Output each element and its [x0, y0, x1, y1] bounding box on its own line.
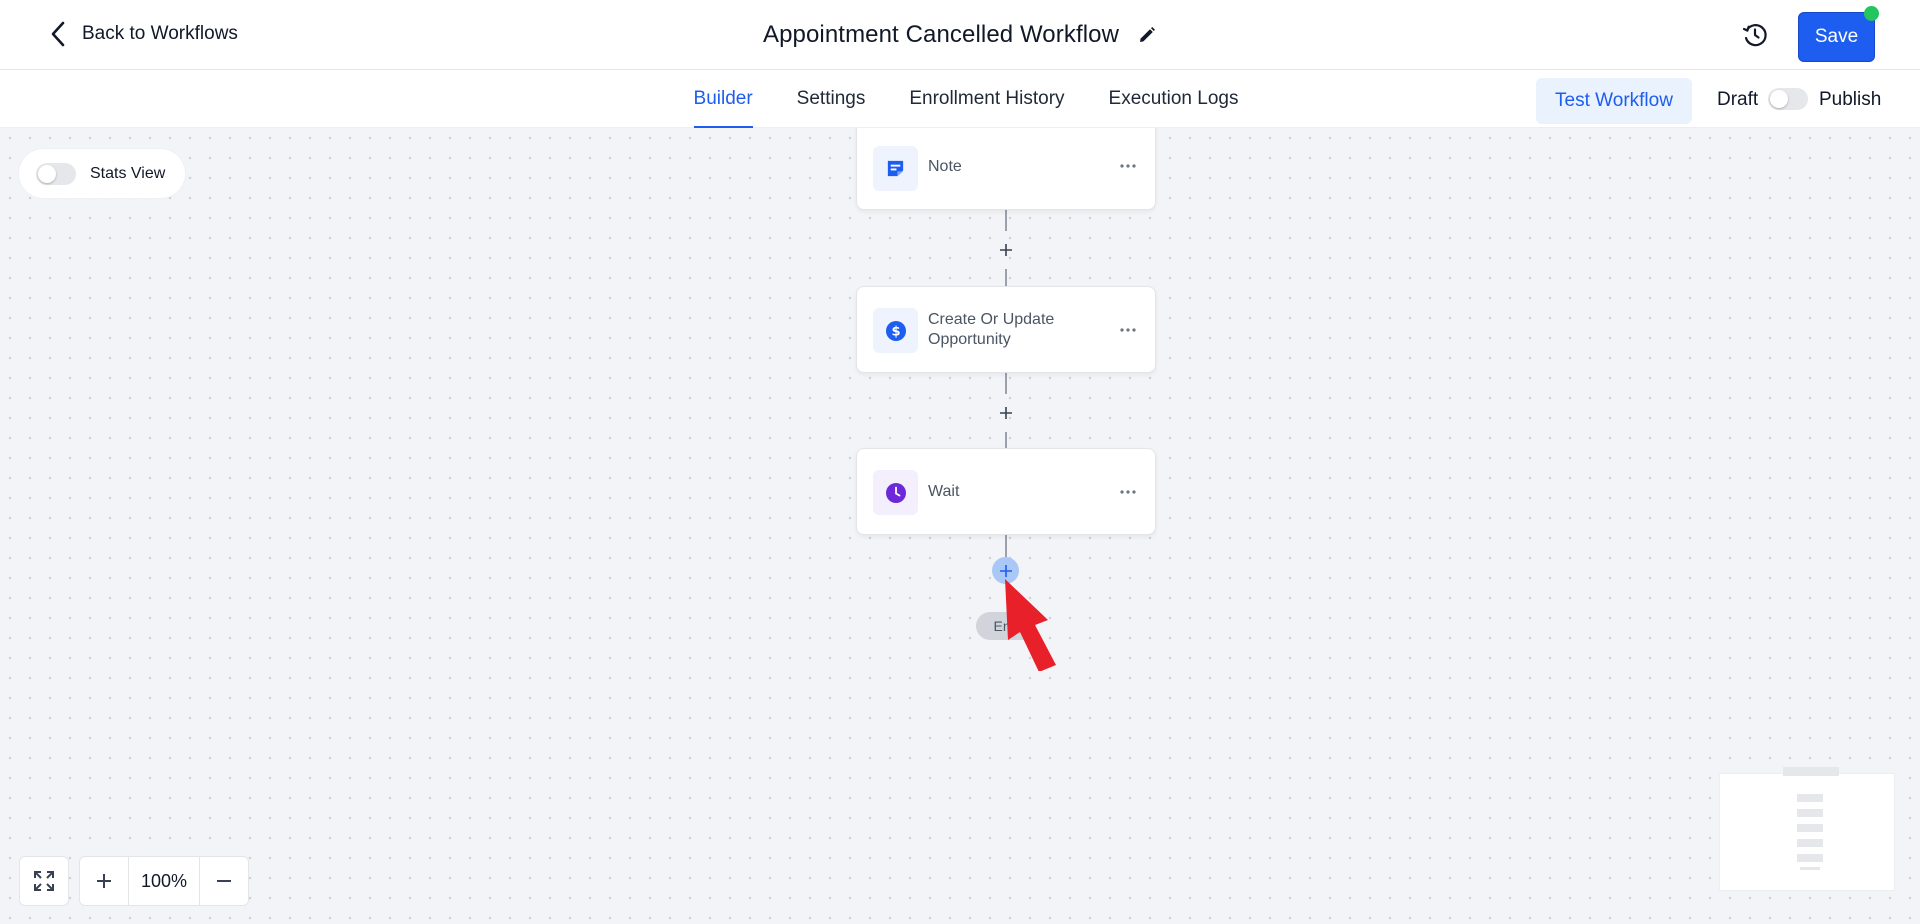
- status-dot: [1864, 6, 1879, 21]
- minimap-node: [1797, 809, 1823, 817]
- minimap-node: [1797, 824, 1823, 832]
- clock-icon: [873, 470, 918, 515]
- connector-line: [1005, 535, 1007, 559]
- minimap-node: [1797, 839, 1823, 847]
- plus-icon: [1000, 407, 1012, 419]
- workflow-node-wait[interactable]: Wait: [856, 448, 1156, 535]
- stats-view-control: Stats View: [19, 149, 185, 198]
- publish-toggle[interactable]: [1768, 88, 1808, 110]
- zoom-out-button[interactable]: [200, 857, 248, 905]
- stats-view-toggle[interactable]: [36, 162, 76, 185]
- save-button[interactable]: Save: [1798, 12, 1875, 62]
- zoom-in-button[interactable]: [80, 857, 128, 905]
- workflow-canvas[interactable]: Stats View Note $ Create Or Update Oppor…: [0, 128, 1920, 924]
- node-label: Note: [928, 158, 962, 175]
- toggle-knob: [38, 164, 56, 183]
- tab-settings[interactable]: Settings: [797, 70, 866, 128]
- node-label: Create Or Update Opportunity: [928, 311, 1055, 348]
- back-to-workflows-link[interactable]: Back to Workflows: [48, 20, 238, 48]
- edit-title-icon[interactable]: [1137, 25, 1157, 45]
- plus-icon: [999, 564, 1012, 577]
- more-options-icon[interactable]: [1117, 319, 1139, 341]
- tab-execution-logs[interactable]: Execution Logs: [1109, 70, 1239, 128]
- stats-view-label: Stats View: [90, 164, 166, 182]
- tab-enrollment-history[interactable]: Enrollment History: [909, 70, 1064, 128]
- zoom-controls: 100%: [79, 856, 249, 906]
- more-options-icon[interactable]: [1117, 481, 1139, 503]
- tab-bar: Builder Settings Enrollment History Exec…: [0, 70, 1920, 129]
- test-workflow-button[interactable]: Test Workflow: [1536, 78, 1692, 124]
- dollar-icon: $: [873, 308, 918, 353]
- minus-icon: [217, 880, 231, 882]
- minimap-node: [1783, 767, 1839, 776]
- zoom-level: 100%: [128, 857, 200, 905]
- add-action-button[interactable]: [995, 239, 1017, 261]
- connector-line: [1005, 373, 1007, 394]
- connector-line: [1005, 210, 1007, 231]
- chevron-left-icon: [51, 21, 65, 47]
- minimap-node: [1800, 867, 1820, 870]
- expand-icon: [34, 871, 54, 891]
- workflow-node-note[interactable]: Note: [856, 128, 1156, 210]
- more-options-icon[interactable]: [1117, 155, 1139, 177]
- back-label: Back to Workflows: [82, 23, 238, 44]
- minimap[interactable]: [1719, 767, 1895, 891]
- plus-icon: [1000, 244, 1012, 256]
- top-header: Back to Workflows Appointment Cancelled …: [0, 0, 1920, 70]
- fit-view-button[interactable]: [19, 856, 69, 906]
- note-icon: [873, 146, 918, 191]
- svg-text:$: $: [891, 324, 900, 339]
- workflow-title: Appointment Cancelled Workflow: [762, 21, 1120, 48]
- draft-label: Draft: [1717, 89, 1759, 110]
- plus-icon: [97, 874, 111, 888]
- node-label: Wait: [928, 483, 960, 500]
- version-history-icon[interactable]: [1741, 21, 1769, 49]
- toggle-knob: [1770, 90, 1788, 108]
- pointer-arrow-icon: [1005, 579, 1056, 671]
- add-action-button[interactable]: [995, 402, 1017, 424]
- workflow-node-opportunity[interactable]: $ Create Or Update Opportunity: [856, 286, 1156, 373]
- minimap-node: [1797, 854, 1823, 862]
- publish-label: Publish: [1819, 89, 1882, 110]
- minimap-node: [1797, 794, 1823, 802]
- tab-builder[interactable]: Builder: [693, 70, 753, 129]
